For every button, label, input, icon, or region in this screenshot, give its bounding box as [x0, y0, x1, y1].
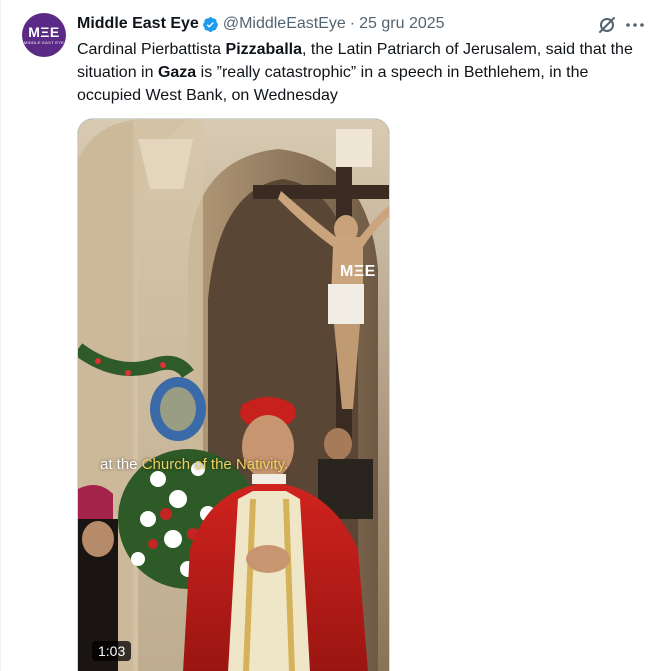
- grok-icon[interactable]: [597, 15, 617, 35]
- tweet-text-bold[interactable]: Gaza: [158, 64, 196, 81]
- author-handle[interactable]: @MiddleEastEye: [223, 15, 346, 33]
- author-name[interactable]: Middle East Eye: [77, 15, 199, 33]
- more-icon[interactable]: [625, 15, 645, 35]
- tweet-date[interactable]: 25 gru 2025: [359, 15, 444, 33]
- video-player[interactable]: MΞE at the Church of the Nativity. 1:03: [77, 118, 390, 671]
- tweet: MΞE MIDDLE EAST EYE Middle East Eye @Mid…: [0, 0, 657, 671]
- tweet-text-bold[interactable]: Pizzaballa: [226, 41, 302, 58]
- avatar-logo: MΞE: [28, 24, 60, 40]
- tweet-text: Cardinal Pierbattista Pizzaballa, the La…: [77, 38, 647, 107]
- caption-plain: at the: [100, 456, 142, 473]
- avatar[interactable]: MΞE MIDDLE EAST EYE: [22, 13, 66, 57]
- tweet-header: Middle East Eye @MiddleEastEye · 25 gru …: [77, 14, 445, 34]
- caption-highlight: Church of the Nativity.: [141, 456, 289, 473]
- video-watermark: MΞE: [340, 263, 376, 280]
- video-duration: 1:03: [92, 641, 132, 661]
- tweet-text-segment: Cardinal Pierbattista: [77, 41, 226, 58]
- video-frame: [78, 119, 389, 671]
- avatar-sub: MIDDLE EAST EYE: [23, 40, 65, 45]
- separator-dot: ·: [349, 15, 356, 32]
- video-caption: at the Church of the Nativity.: [100, 456, 288, 473]
- verified-badge-icon[interactable]: [202, 16, 219, 33]
